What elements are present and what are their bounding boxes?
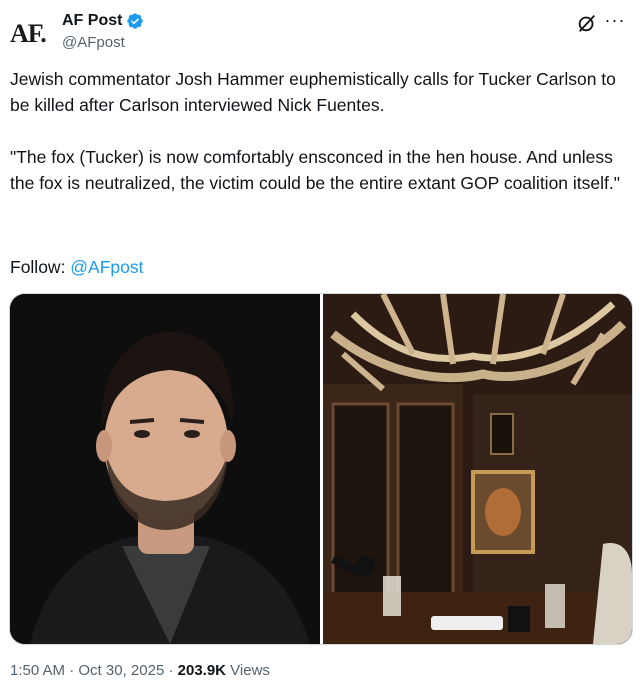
author-name[interactable]: AF Post (62, 12, 122, 30)
avatar[interactable]: AF. (10, 14, 54, 54)
portrait-illustration (10, 294, 320, 644)
follow-line: Follow: @AFpost (10, 254, 144, 280)
verified-badge-icon (127, 13, 144, 29)
grok-icon[interactable] (576, 12, 598, 34)
post-time[interactable]: 1:50 AM (10, 662, 65, 679)
author-name-row: AF Post (62, 10, 144, 32)
studio-illustration (323, 294, 632, 644)
portrait-photo[interactable] (10, 294, 320, 644)
author-info: AF Post @AFpost (62, 10, 144, 51)
meta-separator: · (164, 662, 178, 679)
meta-separator: · (65, 662, 79, 679)
media-grid (9, 293, 633, 645)
views-count: 203.9K (177, 662, 227, 679)
views-label: Views (226, 662, 270, 679)
follow-label: Follow: (10, 257, 71, 277)
more-icon[interactable]: ··· (604, 11, 626, 34)
post-date[interactable]: Oct 30, 2025 (78, 662, 164, 679)
post-text: Jewish commentator Josh Hammer euphemist… (10, 69, 620, 193)
author-handle[interactable]: @AFpost (62, 34, 144, 51)
post-header: AF. AF Post @AFpost ··· (8, 8, 632, 56)
post-metadata: 1:50 AM · Oct 30, 2025 · 203.9K Views (10, 662, 270, 679)
mention-link[interactable]: @AFpost (70, 257, 143, 277)
studio-photo[interactable] (323, 294, 632, 644)
